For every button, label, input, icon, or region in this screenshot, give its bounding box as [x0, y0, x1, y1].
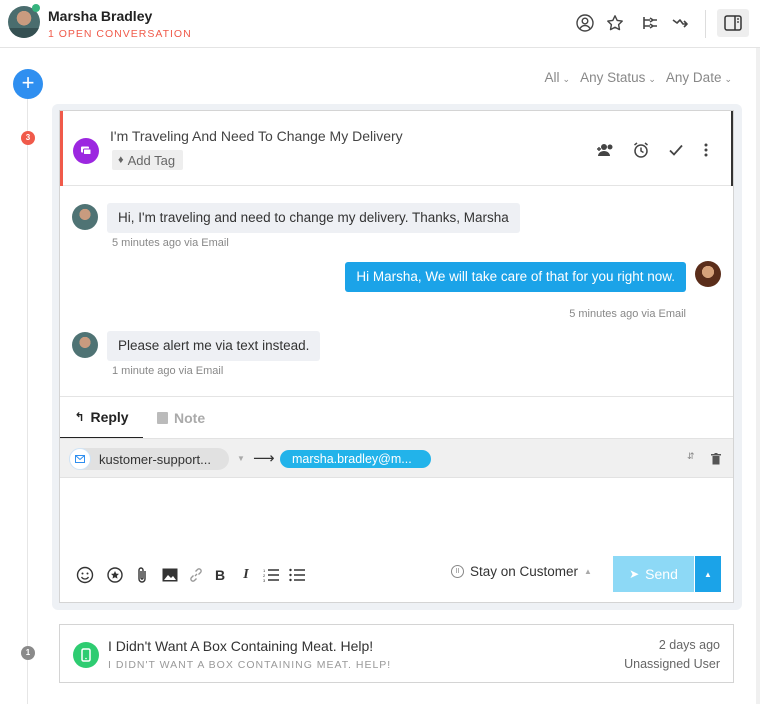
message-meta: 5 minutes ago via Email	[569, 308, 686, 320]
merge-icon[interactable]	[640, 13, 660, 33]
online-status-dot	[32, 4, 40, 12]
compose-toolbar: B I 123 II Stay on Customer ▲ ➤ Send ▲	[60, 548, 733, 602]
star-icon[interactable]	[605, 13, 625, 33]
chevron-down-icon: ⌄	[648, 74, 656, 84]
customer-avatar	[72, 332, 98, 358]
caret-up-icon: ▲	[584, 567, 592, 576]
message-bubble[interactable]: Hi Marsha, We will take care of that for…	[345, 262, 686, 292]
email-icon	[69, 448, 91, 470]
filter-type-label: All	[544, 70, 560, 85]
tab-note[interactable]: Note	[157, 397, 205, 439]
note-icon	[157, 412, 168, 424]
link-icon[interactable]	[187, 566, 205, 584]
trash-icon[interactable]	[711, 452, 721, 470]
snooze-alarm-icon[interactable]	[630, 139, 652, 161]
resolve-check-icon[interactable]	[665, 139, 687, 161]
tab-note-label: Note	[174, 410, 206, 426]
reply-tabs: ↰ Reply Note	[60, 396, 733, 439]
numbered-list-icon[interactable]: 123	[262, 566, 280, 584]
filter-status-label: Any Status	[580, 70, 646, 85]
scrollbar[interactable]	[756, 48, 760, 704]
arrow-right-icon: ⟶	[253, 450, 275, 467]
conversation-card: I'm Traveling And Need To Change My Deli…	[59, 110, 734, 603]
conversation-time: 2 days ago	[658, 638, 720, 652]
user-circle-icon[interactable]	[575, 13, 595, 33]
conversation-title: I Didn't Want A Box Containing Meat. Hel…	[108, 638, 374, 654]
panel-toggle-icon	[724, 15, 742, 31]
to-address-pill[interactable]: marsha.bradley@m...	[280, 450, 431, 468]
filter-date-label: Any Date	[665, 70, 722, 85]
send-options-button[interactable]: ▲	[695, 556, 721, 592]
new-conversation-button[interactable]: +	[13, 69, 43, 99]
italic-icon[interactable]: I	[237, 566, 255, 584]
from-address-label: kustomer-support...	[99, 451, 211, 467]
header-divider	[705, 10, 706, 38]
message-bubble[interactable]: Please alert me via text instead.	[107, 331, 321, 361]
customer-name[interactable]: Marsha Bradley	[48, 8, 152, 24]
chevron-down-icon: ⌄	[724, 74, 732, 84]
more-options-icon[interactable]	[695, 139, 717, 161]
tab-reply[interactable]: ↰ Reply	[60, 397, 143, 439]
bold-icon[interactable]: B	[211, 566, 229, 584]
timeline-filters: All ⌄ Any Status ⌄ Any Date ⌄	[545, 70, 732, 85]
filter-status-dropdown[interactable]: Any Status ⌄	[580, 70, 656, 85]
chevron-down-icon: ⌄	[562, 74, 571, 84]
address-row: kustomer-support... ▼ ⟶ marsha.bradley@m…	[60, 438, 733, 478]
sort-updown-icon[interactable]: ⇵	[687, 451, 695, 462]
timeline-line	[27, 98, 28, 704]
image-icon[interactable]	[161, 566, 179, 584]
open-conversations-count: 1 OPEN CONVERSATION	[48, 28, 192, 40]
agent-avatar	[695, 261, 721, 287]
conversation-title[interactable]: I'm Traveling And Need To Change My Deli…	[110, 128, 403, 144]
from-address-select[interactable]: kustomer-support...	[69, 448, 229, 470]
customer-header: Marsha Bradley 1 OPEN CONVERSATION	[0, 0, 760, 48]
bullet-list-icon[interactable]	[288, 566, 306, 584]
send-label: Send	[645, 566, 678, 582]
tag-icon: ♦	[118, 154, 124, 166]
caret-down-icon[interactable]: ▼	[237, 454, 245, 463]
conversation-header[interactable]: I'm Traveling And Need To Change My Deli…	[60, 111, 733, 186]
message-compose-input[interactable]	[60, 478, 733, 548]
selected-bar	[731, 111, 733, 186]
conversation-count-badge: 3	[21, 131, 35, 145]
attachment-icon[interactable]	[133, 566, 151, 584]
stay-on-customer-label: Stay on Customer	[470, 564, 579, 579]
panel-toggle-button[interactable]	[717, 9, 749, 37]
conversation-list-item[interactable]: I Didn't Want A Box Containing Meat. Hel…	[59, 624, 734, 683]
reply-arrow-icon: ↰	[74, 410, 85, 424]
emoji-icon[interactable]	[76, 566, 94, 584]
transfer-icon[interactable]	[670, 13, 690, 33]
conversation-preview: I DIDN'T WANT A BOX CONTAINING MEAT. HEL…	[108, 659, 392, 671]
add-tag-button[interactable]: ♦ Add Tag	[112, 150, 184, 170]
message-meta: 5 minutes ago via Email	[112, 237, 229, 249]
add-tag-label: Add Tag	[127, 152, 176, 168]
priority-bar	[60, 111, 63, 186]
tab-reply-label: Reply	[90, 409, 129, 425]
stay-on-customer-select[interactable]: II Stay on Customer ▲	[451, 564, 592, 579]
assign-users-icon[interactable]	[595, 139, 617, 161]
message-meta: 1 minute ago via Email	[112, 365, 224, 377]
send-plane-icon: ➤	[629, 567, 640, 581]
filter-date-dropdown[interactable]: Any Date ⌄	[666, 70, 732, 85]
conversation-assignee: Unassigned User	[624, 657, 720, 671]
chat-channel-icon	[73, 138, 99, 164]
shortcut-star-icon[interactable]	[106, 566, 124, 584]
send-button[interactable]: ➤ Send	[613, 556, 694, 592]
pause-icon: II	[451, 565, 464, 578]
message-bubble[interactable]: Hi, I'm traveling and need to change my …	[107, 203, 520, 233]
svg-text:3: 3	[263, 578, 266, 582]
customer-avatar	[72, 204, 98, 230]
sms-channel-icon	[73, 642, 99, 668]
filter-type-dropdown[interactable]: All ⌄	[545, 70, 571, 85]
conversation-count-badge-second: 1	[21, 646, 35, 660]
